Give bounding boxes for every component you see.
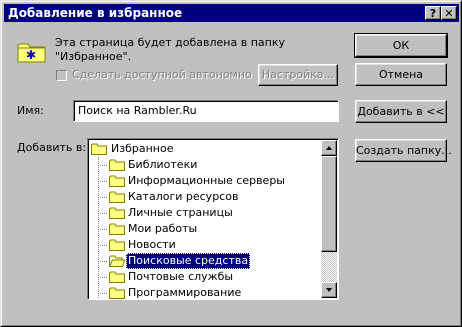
folder-icon [109,271,125,283]
tree-item-label: Избранное [111,142,174,155]
tree-connector [98,181,108,182]
tree-item-label: Каталоги ресурсов [128,190,239,203]
tree-item[interactable]: Библиотеки [98,157,328,173]
tree-item-label: Информационные серверы [128,174,285,187]
scroll-down-button[interactable] [321,282,337,298]
tree-item[interactable]: Каталоги ресурсов [98,189,328,205]
arrow-down-icon [326,288,332,292]
add-to-favorites-dialog: Добавление в избранное ? ✕ ✱ Эта страниц… [0,0,462,327]
tree-item[interactable]: Почтовые службы [98,269,328,285]
scroll-thumb[interactable] [321,156,337,252]
tree-item-label: Поисковые средства [126,253,251,269]
tree-item-label: Библиотеки [128,158,198,171]
message-line-2: "Избранное". [55,50,132,63]
close-button[interactable]: ✕ [441,6,457,20]
folder-icon [109,191,125,203]
scroll-up-button[interactable] [321,140,337,156]
dialog-title: Добавление в избранное [8,6,183,20]
tree-item[interactable]: Новости [98,237,328,253]
name-label: Имя: [17,104,44,117]
folder-icon [109,223,125,235]
folder-icon [109,287,125,299]
svg-text:✱: ✱ [26,48,36,62]
message-line-1: Эта страница будет добавлена в папку [55,36,285,49]
tree-scrollbar[interactable] [321,140,337,298]
offline-checkbox[interactable] [56,70,67,81]
title-bar: Добавление в избранное ? ✕ [4,4,459,22]
customize-button[interactable]: Настройка... [258,64,338,86]
folder-icon [109,175,125,187]
tree-item[interactable]: Мои работы [98,221,328,237]
folder-icon [109,207,125,219]
tree-connector [98,293,108,294]
tree-connector [98,261,108,262]
tree-item[interactable]: Информационные серверы [98,173,328,189]
tree-item-label: Почтовые службы [128,270,234,283]
tree-item-label: Мои работы [128,222,198,235]
name-input[interactable]: Поиск на Rambler.Ru [73,100,339,122]
cancel-button[interactable]: Отмена [355,63,447,86]
tree-item[interactable]: Личные страницы [98,205,328,221]
tree-item[interactable]: Программирование [98,285,328,299]
tree-connector [98,197,108,198]
tree-connector [98,277,108,278]
folder-tree[interactable]: Избранное Библиотеки Информационные серв… [87,138,339,300]
open-folder-icon [109,255,125,267]
add-to-label: Добавить в: [17,141,87,154]
tree-connector [98,213,108,214]
help-button[interactable]: ? [425,6,441,20]
offline-checkbox-label: Сделать доступной автономно [72,68,252,81]
tree-connector [98,165,108,166]
tree-item-label: Новости [128,238,176,251]
folder-icon [91,143,107,155]
tree-connector [98,229,108,230]
folder-icon [109,159,125,171]
tree-item-label: Программирование [128,286,242,299]
tree-item-selected[interactable]: Поисковые средства [98,253,328,269]
folder-icon [109,239,125,251]
tree-item-root[interactable]: Избранное [88,141,328,157]
ok-button[interactable]: ОК [354,33,448,58]
arrow-up-icon [326,146,332,150]
add-to-button[interactable]: Добавить в << [355,100,447,123]
tree-connector [98,245,108,246]
new-folder-button[interactable]: Создать папку... [355,139,452,162]
favorites-folder-icon: ✱ [17,43,46,63]
tree-item-label: Личные страницы [128,206,233,219]
